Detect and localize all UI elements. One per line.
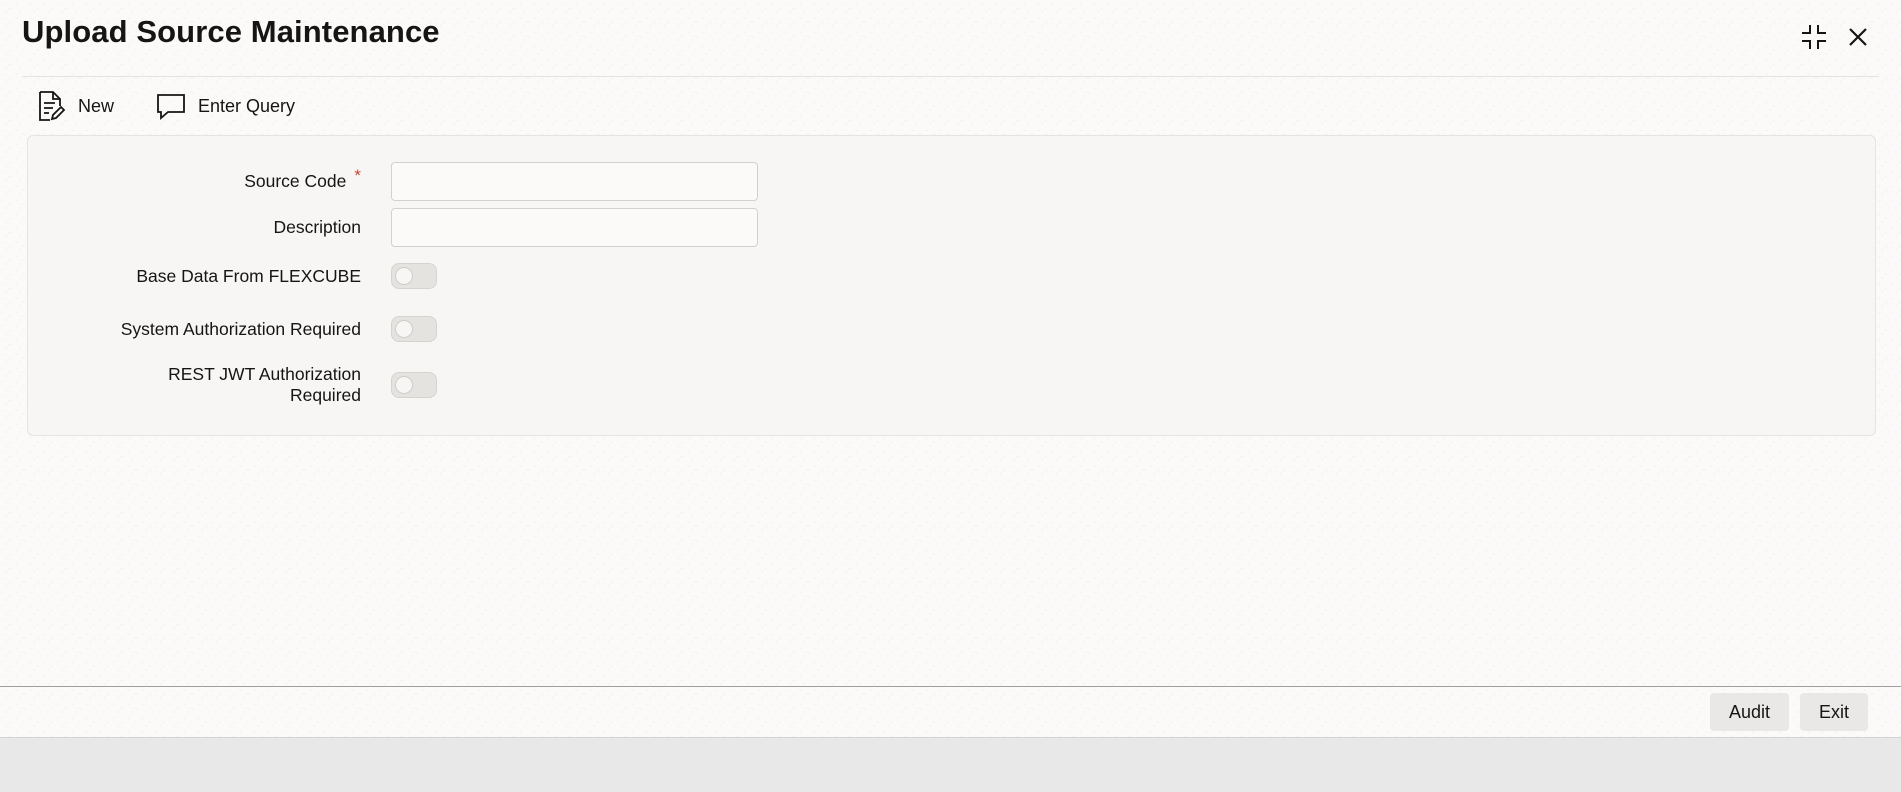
system-auth-label: System Authorization Required [120, 318, 361, 339]
toggle-knob [395, 376, 413, 394]
speech-bubble-icon [157, 94, 185, 120]
source-code-label: Source Code * [28, 166, 361, 192]
audit-button[interactable]: Audit [1709, 693, 1789, 731]
description-label: Description [273, 217, 361, 237]
page-title: Upload Source Maintenance [22, 14, 440, 49]
footer-buttons: Audit Exit [1709, 693, 1868, 731]
toggle-knob [395, 267, 413, 285]
rest-jwt-row: REST JWT Authorization Required [28, 364, 437, 406]
close-button[interactable] [1843, 22, 1873, 52]
rest-jwt-label: REST JWT Authorization Required [28, 364, 361, 406]
source-code-label-text: Source Code [244, 171, 347, 191]
collapse-icon [1802, 25, 1826, 49]
rest-jwt-label-line2: Required [289, 385, 361, 405]
exit-button[interactable]: Exit [1799, 693, 1868, 731]
required-marker: * [354, 166, 361, 185]
base-data-label: Base Data From FLEXCUBE [136, 265, 361, 286]
base-data-row: Base Data From FLEXCUBE [28, 263, 437, 289]
close-icon [1849, 28, 1867, 46]
rest-jwt-label-line1: REST JWT Authorization [168, 364, 361, 384]
rest-jwt-toggle[interactable] [391, 372, 437, 398]
base-data-toggle[interactable] [391, 263, 437, 289]
source-code-input[interactable] [391, 162, 758, 201]
collapse-button[interactable] [1799, 22, 1829, 52]
enter-query-label: Enter Query [198, 95, 296, 116]
enter-query-button[interactable]: Enter Query [150, 88, 301, 124]
toolbar: New Enter Query [30, 88, 301, 124]
system-auth-toggle[interactable] [391, 316, 437, 342]
description-row: Description [28, 208, 758, 247]
toggle-knob [395, 320, 413, 338]
upload-source-maintenance-window: Upload Source Maintenance New Enter Quer… [0, 0, 1902, 792]
system-auth-row: System Authorization Required [28, 316, 437, 342]
header-divider [22, 76, 1879, 77]
description-input[interactable] [391, 208, 758, 247]
footer-divider [0, 686, 1901, 687]
status-bar [0, 737, 1901, 792]
form-panel: Source Code * Description Base Data From … [27, 135, 1876, 436]
window-controls [1799, 22, 1873, 52]
document-edit-icon [39, 91, 66, 121]
source-code-row: Source Code * [28, 162, 758, 201]
new-label: New [78, 95, 115, 116]
new-button[interactable]: New [30, 88, 120, 124]
